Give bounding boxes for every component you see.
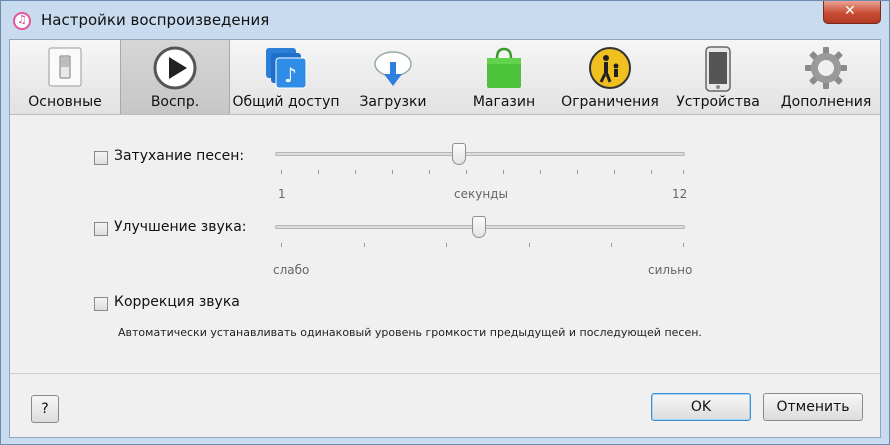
itunes-icon <box>13 12 31 30</box>
tab-label: Загрузки <box>359 94 427 110</box>
tick <box>577 170 578 174</box>
cancel-button[interactable]: Отменить <box>763 393 863 421</box>
tick <box>529 243 530 247</box>
tab-playback[interactable]: Воспр. <box>120 40 230 114</box>
tab-restrictions[interactable]: Ограничения <box>558 40 662 114</box>
enhancer-min-label: слабо <box>273 263 310 277</box>
tab-advanced[interactable]: Дополнения <box>772 40 880 114</box>
play-icon <box>153 46 197 94</box>
tick <box>355 170 356 174</box>
tick <box>540 170 541 174</box>
crossfade-max-label: 12 <box>672 187 688 201</box>
tab-sharing[interactable]: ♪ Общий доступ <box>230 40 342 114</box>
tab-downloads[interactable]: Загрузки <box>344 40 442 114</box>
crossfade-checkbox[interactable] <box>94 151 108 165</box>
sound-enhancer-slider-thumb[interactable] <box>472 216 486 238</box>
close-button[interactable] <box>823 1 881 24</box>
crossfade-unit-label: секунды <box>454 187 508 201</box>
sound-enhancer-checkbox[interactable] <box>94 222 108 236</box>
tick <box>503 170 504 174</box>
tab-label: Воспр. <box>150 94 200 110</box>
svg-text:♪: ♪ <box>284 63 297 87</box>
sharing-icon: ♪ <box>264 46 308 94</box>
crossfade-slider-thumb[interactable] <box>452 143 466 165</box>
tick <box>429 170 430 174</box>
switch-icon <box>45 46 85 92</box>
download-cloud-icon <box>371 46 415 94</box>
tick <box>466 170 467 174</box>
tick <box>651 170 652 174</box>
tab-devices[interactable]: Устройства <box>666 40 770 114</box>
tab-label: Ограничения <box>561 94 659 110</box>
sound-enhancer-label: Улучшение звука: <box>114 219 247 235</box>
iphone-icon <box>696 46 740 96</box>
store-bag-icon <box>482 46 526 94</box>
sound-check-label: Коррекция звука <box>114 294 240 310</box>
dialog-client: Основные Воспр. ♪ Общий доступ Загрузки <box>9 39 881 438</box>
tick <box>446 243 447 247</box>
tick <box>611 243 612 247</box>
tab-label: Основные <box>28 94 102 110</box>
sound-check-checkbox[interactable] <box>94 297 108 311</box>
crossfade-label: Затухание песен: <box>114 148 245 164</box>
window-title: Настройки воспроизведения <box>41 11 270 29</box>
tick <box>281 170 282 174</box>
crossfade-slider-track[interactable] <box>275 152 685 156</box>
tick <box>683 243 684 247</box>
tick <box>318 170 319 174</box>
tick <box>614 170 615 174</box>
preferences-window: Настройки воспроизведения Основные Воспр… <box>0 0 890 445</box>
tab-store[interactable]: Магазин <box>454 40 554 114</box>
tab-label: Дополнения <box>780 94 872 110</box>
ok-button[interactable]: OK <box>651 393 751 421</box>
help-button[interactable]: ? <box>31 395 59 423</box>
dialog-button-bar: ? OK Отменить <box>10 373 880 438</box>
gear-icon <box>804 46 848 94</box>
parental-icon <box>588 46 632 94</box>
title-bar: Настройки воспроизведения <box>1 1 889 39</box>
sound-check-description: Автоматически устанавливать одинаковый у… <box>118 326 702 339</box>
preferences-toolbar: Основные Воспр. ♪ Общий доступ Загрузки <box>10 40 880 115</box>
tab-label: Устройства <box>676 94 760 110</box>
tab-general[interactable]: Основные <box>10 40 120 114</box>
enhancer-max-label: сильно <box>648 263 693 277</box>
tick <box>364 243 365 247</box>
tick <box>683 170 684 174</box>
playback-settings: Затухание песен: 1 секунды 12 Улучшение … <box>10 115 880 373</box>
tab-label: Общий доступ <box>232 94 340 110</box>
tick <box>281 243 282 247</box>
tick <box>392 170 393 174</box>
tab-label: Магазин <box>472 94 536 110</box>
crossfade-min-label: 1 <box>278 187 286 201</box>
